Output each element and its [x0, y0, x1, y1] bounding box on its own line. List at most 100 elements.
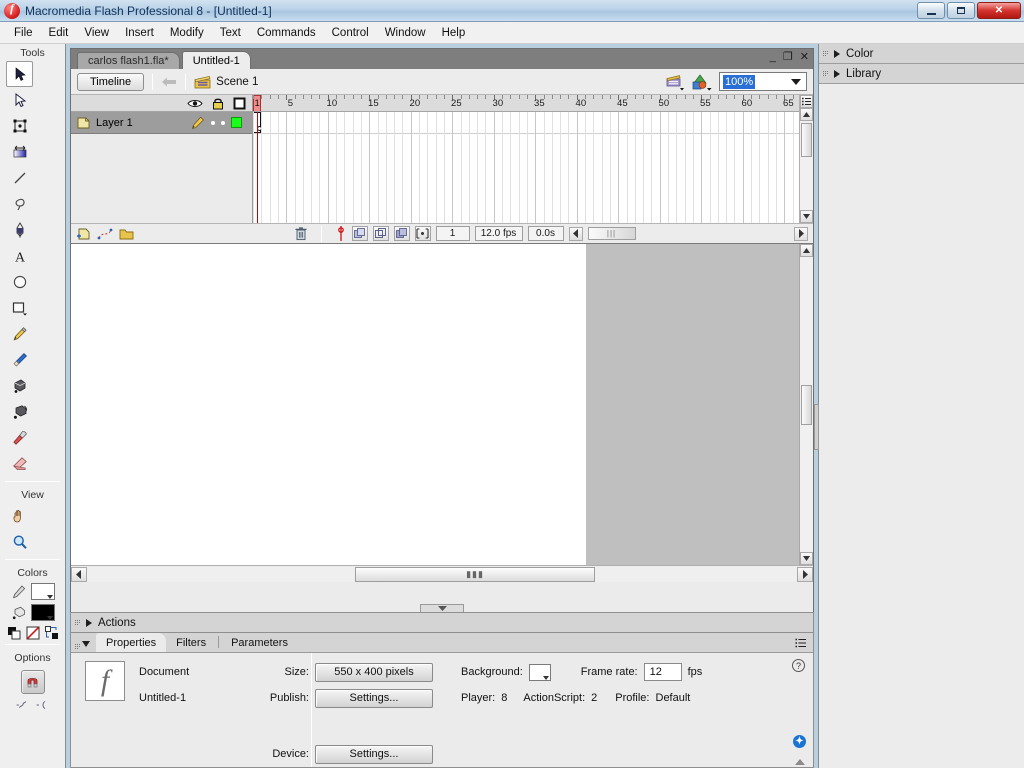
layer-visibility-dot[interactable] [211, 121, 215, 125]
timeline-scroll-down-button[interactable] [800, 210, 813, 223]
tab-filters[interactable]: Filters [166, 633, 216, 652]
menu-commands[interactable]: Commands [249, 24, 324, 42]
close-button[interactable]: ✕ [977, 2, 1021, 19]
frame-cell[interactable] [552, 112, 553, 223]
menu-edit[interactable]: Edit [41, 24, 77, 42]
modify-onion-markers-icon[interactable] [415, 226, 431, 241]
no-color-icon[interactable] [26, 626, 40, 640]
panel-library[interactable]: Library [819, 64, 1024, 84]
actions-panel-header[interactable]: Actions [70, 612, 814, 632]
brush-tool[interactable] [6, 347, 33, 373]
panel-options-icon[interactable] [795, 638, 807, 649]
stage-hscroll-thumb[interactable]: ▮▮▮ [355, 567, 595, 582]
frame-cell[interactable] [319, 112, 320, 223]
color-expand-triangle-icon[interactable] [834, 50, 840, 58]
fill-color-swatch[interactable] [31, 604, 55, 621]
scene-breadcrumb[interactable]: Scene 1 [194, 75, 258, 89]
eraser-tool[interactable] [6, 451, 33, 477]
accessibility-icon[interactable]: ✦ [793, 735, 806, 748]
frame-cell[interactable] [378, 112, 379, 223]
frame-cell[interactable] [610, 112, 611, 223]
onion-skin-icon[interactable] [352, 226, 368, 241]
stage-scroll-thumb[interactable] [801, 385, 812, 425]
frame-cell[interactable] [544, 112, 545, 223]
stage-horizontal-scrollbar[interactable]: ▮▮▮ [71, 565, 813, 582]
frame-cell[interactable] [593, 112, 594, 223]
frame-cell[interactable] [718, 112, 719, 223]
zoom-tool[interactable] [6, 529, 33, 555]
frame-cell[interactable] [685, 112, 686, 223]
black-and-white-icon[interactable] [7, 626, 21, 640]
frame-cell[interactable] [369, 112, 370, 223]
show-hide-icon[interactable] [187, 98, 203, 109]
frame-cell[interactable] [402, 112, 403, 223]
lock-icon[interactable] [212, 97, 224, 110]
timeline-panel-button[interactable]: Timeline [77, 73, 144, 91]
back-arrow-icon[interactable] [161, 75, 177, 89]
frame-cell[interactable] [261, 112, 262, 223]
frame-cell[interactable] [386, 112, 387, 223]
timeline-scroll-thumb[interactable] [801, 123, 812, 157]
stage-vertical-scrollbar[interactable] [799, 244, 813, 565]
frame-cell[interactable] [336, 112, 337, 223]
frame-cell[interactable] [427, 112, 428, 223]
frame-cell[interactable] [311, 112, 312, 223]
frame-cell[interactable] [793, 112, 794, 223]
frame-cell[interactable] [278, 112, 279, 223]
frame-cell[interactable] [668, 112, 669, 223]
panel-color[interactable]: Color [819, 44, 1024, 64]
frame-cell[interactable] [295, 112, 296, 223]
frame-cell[interactable] [710, 112, 711, 223]
timeline-hscroll-right-button[interactable] [794, 227, 808, 241]
stage-hscroll-track[interactable]: ▮▮▮ [87, 567, 797, 582]
edit-scene-icon[interactable] [665, 73, 685, 91]
menu-view[interactable]: View [76, 24, 117, 42]
menu-text[interactable]: Text [212, 24, 249, 42]
current-frame-field[interactable]: 1 [436, 226, 470, 241]
menu-insert[interactable]: Insert [117, 24, 162, 42]
frame-cell[interactable] [568, 112, 569, 223]
pen-tool[interactable] [6, 217, 33, 243]
frame-cell[interactable] [660, 112, 661, 223]
playhead-marker[interactable]: 1 [253, 95, 261, 112]
properties-expand-arrow-icon[interactable] [795, 759, 805, 765]
layer-outline-color-square[interactable] [231, 117, 242, 128]
stage-hscroll-left-button[interactable] [71, 567, 87, 582]
outline-icon[interactable] [233, 97, 246, 110]
frame-cell[interactable] [344, 112, 345, 223]
delete-layer-trash-icon[interactable] [294, 226, 308, 241]
frame-cell[interactable] [759, 112, 760, 223]
tab-parameters[interactable]: Parameters [221, 633, 298, 652]
stroke-color-swatch[interactable] [31, 583, 55, 600]
frame-cell[interactable] [353, 112, 354, 223]
stage-zoom-combobox[interactable]: 100% [719, 72, 807, 91]
insert-layer-folder-icon[interactable] [118, 227, 135, 241]
frame-cell[interactable] [253, 112, 254, 223]
hand-tool[interactable] [6, 503, 33, 529]
frame-cell[interactable] [452, 112, 453, 223]
background-color-swatch[interactable] [529, 664, 551, 681]
edit-multiple-frames-icon[interactable] [394, 226, 410, 241]
document-close-button[interactable]: ✕ [800, 51, 809, 63]
smooth-modifier-icon[interactable] [16, 698, 30, 712]
snap-magnet-icon[interactable] [21, 670, 45, 694]
frame-cell[interactable] [693, 112, 694, 223]
frame-cell[interactable] [494, 112, 495, 223]
oval-tool[interactable] [6, 269, 33, 295]
frame-cell[interactable] [527, 112, 528, 223]
collapse-triangle-icon[interactable] [82, 641, 90, 647]
frame-cell[interactable] [627, 112, 628, 223]
onion-skin-outlines-icon[interactable] [373, 226, 389, 241]
frame-cell[interactable] [701, 112, 702, 223]
stage-scroll-down-button[interactable] [800, 552, 813, 565]
pencil-tool[interactable] [6, 321, 33, 347]
minimize-button[interactable] [917, 2, 945, 19]
subselection-tool[interactable] [6, 87, 33, 113]
frame-cell[interactable] [784, 112, 785, 223]
frame-cell[interactable] [444, 112, 445, 223]
frame-cell[interactable] [477, 112, 478, 223]
frame-cell[interactable] [618, 112, 619, 223]
frame-cell[interactable] [328, 112, 329, 223]
frame-cell[interactable] [776, 112, 777, 223]
frame-cell[interactable] [461, 112, 462, 223]
